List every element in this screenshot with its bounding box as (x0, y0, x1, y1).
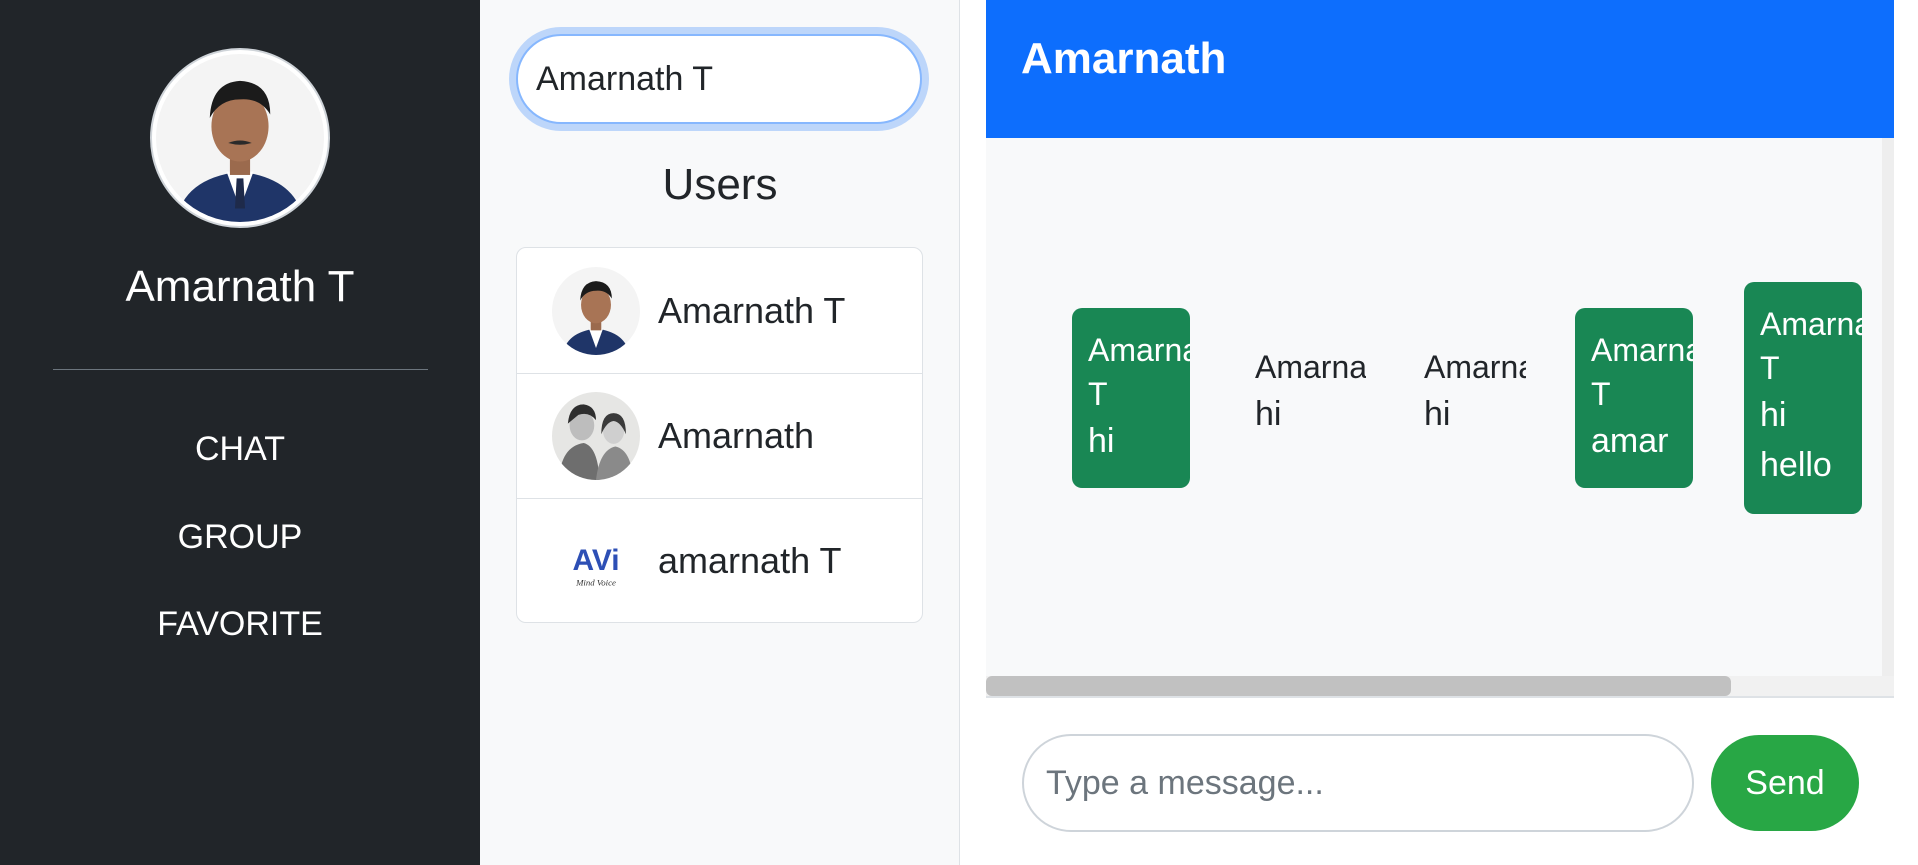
sidebar-divider (53, 369, 428, 370)
users-title: Users (662, 160, 778, 209)
profile-name: Amarnath T (125, 262, 355, 311)
user-avatar: AVi Mind Voice (552, 517, 640, 605)
user-name: Amarnath (658, 415, 815, 456)
composer-divider (986, 696, 1894, 698)
sketch-couple-icon (552, 392, 640, 480)
sidebar: Amarnath T CHAT GROUP FAVORITE (0, 0, 480, 865)
horizontal-scrollbar-thumb[interactable] (986, 676, 1731, 696)
message-text: hello (1760, 446, 1832, 484)
user-name: Amarnath T (658, 289, 846, 331)
message-bubble: Amarnath hi (1239, 331, 1366, 461)
message-bubble: Amarnath hi (1408, 331, 1526, 461)
send-button[interactable]: Send (1711, 735, 1859, 831)
user-name: amarnath T (658, 540, 842, 581)
message-sender: Amarnath T (1591, 332, 1693, 412)
person-photo-icon (552, 266, 640, 355)
user-search-input[interactable] (516, 34, 922, 124)
users-panel: Users Amarnath T (480, 0, 960, 865)
message-sender: Amarnath T (1088, 332, 1190, 412)
logo-text: AVi (572, 544, 619, 577)
message-bubble: Amarnath T amar (1575, 308, 1693, 488)
message-text: hi (1255, 395, 1282, 433)
chat-panel: Amarnath Amarnath T hi Amarnath hi Amarn… (986, 0, 1894, 865)
nav-group[interactable]: GROUP (0, 518, 480, 557)
vertical-scrollbar[interactable] (1882, 138, 1894, 676)
user-item[interactable]: Amarnath (517, 373, 922, 498)
message-bubble: Amarnath T hi (1072, 308, 1190, 488)
message-text: hi (1424, 395, 1451, 433)
user-item[interactable]: Amarnath T (517, 248, 922, 373)
nav-favorite[interactable]: FAVORITE (0, 605, 480, 644)
user-avatar (552, 392, 640, 480)
chat-header: Amarnath (986, 0, 1894, 138)
message-text: amar (1591, 422, 1669, 460)
person-photo-icon (156, 54, 324, 222)
message-text: hi (1088, 422, 1115, 460)
message-sender: Amarnath (1255, 349, 1366, 385)
message-text: hi (1760, 396, 1787, 434)
user-avatar (552, 266, 640, 355)
user-item[interactable]: AVi Mind Voice amarnath T (517, 498, 922, 622)
message-bubble: Amarnath T hi hello (1744, 282, 1862, 514)
users-list: Amarnath T Amarnath AVi Mind Voice amarn… (516, 247, 923, 623)
messages-area[interactable]: Amarnath T hi Amarnath hi Amarnath hi Am… (986, 138, 1894, 696)
message-input[interactable] (1022, 734, 1694, 832)
nav-chat[interactable]: CHAT (0, 430, 480, 469)
profile-avatar (152, 50, 328, 226)
avi-logo-icon: AVi Mind Voice (552, 517, 640, 605)
chat-title: Amarnath (1021, 34, 1227, 83)
message-sender: Amarnath T (1760, 306, 1862, 386)
logo-tagline: Mind Voice (575, 578, 616, 588)
message-sender: Amarnath (1424, 349, 1526, 385)
